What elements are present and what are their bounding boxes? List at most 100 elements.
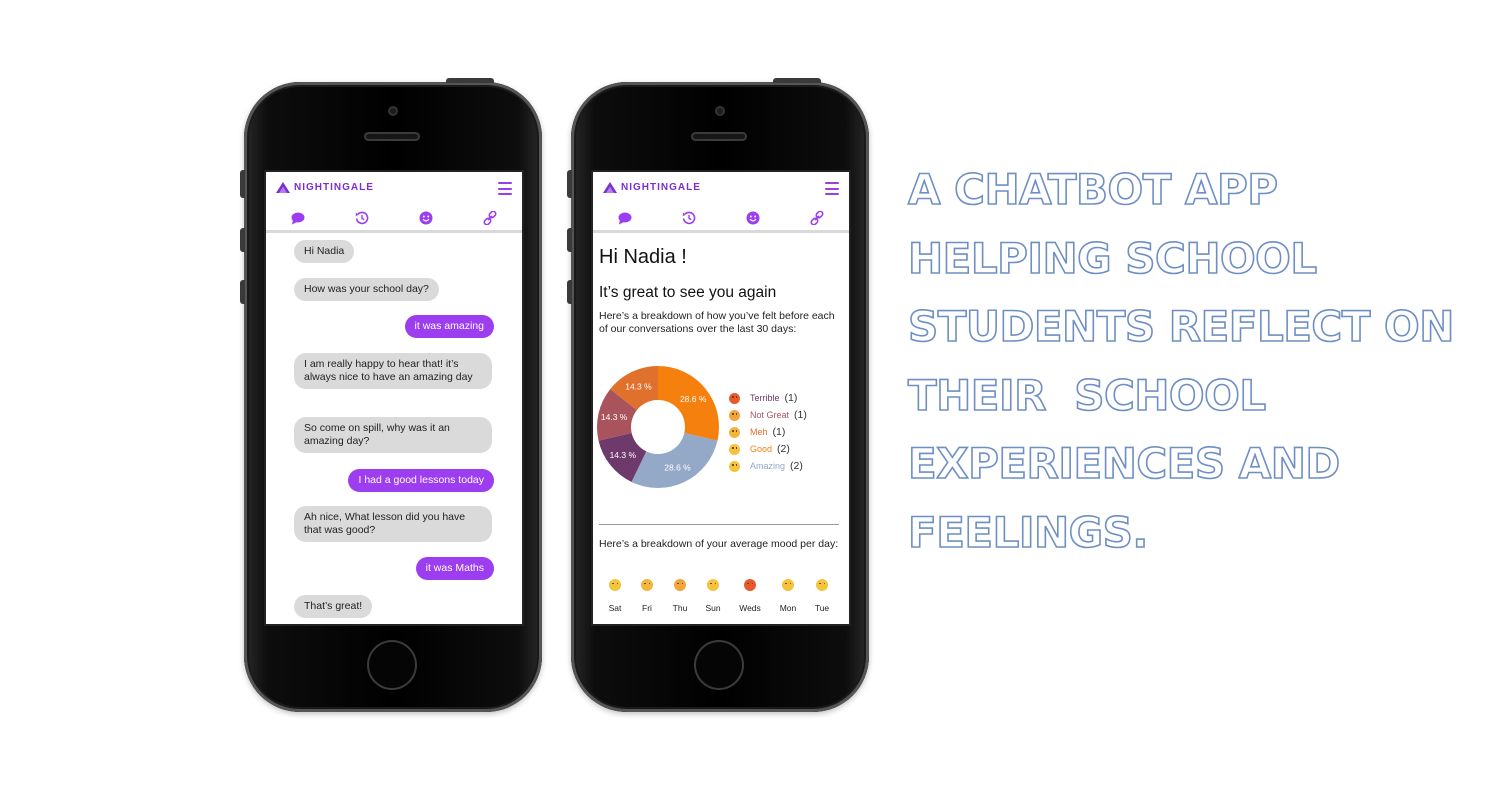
earpiece-speaker [691, 132, 747, 141]
volume-down-button [567, 280, 572, 304]
day-mood-thu: Thu [665, 579, 695, 613]
day-label: Weds [739, 603, 761, 613]
legend-label: Not Great [750, 410, 790, 420]
dashboard-screen: NIGHTINGALE Hi Nadia ! It’s great to see… [591, 170, 851, 626]
mood-emoji-icon [729, 409, 740, 421]
legend-label: Meh [750, 427, 768, 437]
breakdown-text: Here’s a breakdown of how you’ve felt be… [599, 310, 835, 335]
legend-item-terrible: Terrible (1) [729, 392, 797, 404]
legend-item-not-great: Not Great (1) [729, 409, 807, 421]
legend-item-meh: Meh (1) [729, 426, 785, 438]
chat-thread: Hi Nadia How was your school day? it was… [266, 234, 522, 624]
headline-line: EXPERIENCES AND [907, 438, 1341, 489]
legend-label: Terrible [750, 393, 780, 403]
section-divider [599, 524, 839, 525]
tab-mood[interactable] [411, 208, 441, 228]
legend-count: (1) [784, 392, 798, 404]
history-icon [355, 211, 369, 225]
chat-message: it was Maths [415, 557, 494, 580]
chat-message: Ah nice, What lesson did you have that w… [294, 506, 492, 542]
day-label: Mon [779, 603, 797, 613]
mood-emoji-icon [729, 392, 740, 404]
tab-links[interactable] [475, 208, 505, 228]
tab-history[interactable] [674, 208, 704, 228]
slice-percent-label: 28.6 % [680, 394, 707, 404]
history-icon [682, 211, 696, 225]
app-header: NIGHTINGALE [593, 172, 849, 202]
tab-chat[interactable] [283, 208, 313, 228]
greeting-title: Hi Nadia ! [599, 246, 687, 268]
front-camera [715, 106, 725, 116]
brand-logo[interactable]: NIGHTINGALE [276, 182, 374, 193]
hamburger-menu-icon[interactable] [498, 182, 512, 195]
chat-message: I had a good lessons today [348, 469, 494, 492]
app-header: NIGHTINGALE [266, 172, 522, 202]
hamburger-menu-icon[interactable] [825, 182, 839, 195]
mute-switch [240, 170, 245, 198]
link-icon [810, 211, 824, 225]
headline-line: HELPING SCHOOL [907, 233, 1318, 284]
mood-emoji-icon [641, 579, 653, 591]
mood-emoji-icon [816, 579, 828, 591]
slice-percent-label: 28.6 % [664, 463, 691, 473]
day-label: Sun [705, 603, 721, 613]
tab-chat[interactable] [610, 208, 640, 228]
day-mood-mon: Mon [773, 579, 803, 613]
mood-emoji-icon [744, 579, 756, 591]
headline-line: A CHATBOT APP [907, 164, 1279, 215]
mood-emoji-icon [729, 460, 740, 472]
tab-links[interactable] [802, 208, 832, 228]
legend-count: (2) [790, 460, 803, 472]
home-button[interactable] [367, 640, 417, 690]
phone-chat: NIGHTINGALE Hi Nadia How was your school… [240, 78, 542, 712]
welcome-subtitle: It’s great to see you again [599, 284, 777, 301]
smiley-icon [746, 211, 760, 225]
mood-emoji-icon [729, 426, 740, 438]
chat-screen: NIGHTINGALE Hi Nadia How was your school… [264, 170, 524, 626]
brand-name: NIGHTINGALE [294, 182, 374, 193]
legend-count: (1) [772, 426, 786, 438]
legend-item-amazing: Amazing (2) [729, 460, 803, 472]
tab-history[interactable] [347, 208, 377, 228]
day-mood-sun: Sun [698, 579, 728, 613]
slice-percent-label: 14.3 % [625, 381, 652, 391]
headline: A CHATBOT APP HELPING SCHOOL STUDENTS RE… [907, 156, 1498, 567]
legend-count: (1) [794, 409, 807, 421]
smiley-icon [419, 211, 433, 225]
power-button [773, 78, 821, 83]
earpiece-speaker [364, 132, 420, 141]
home-button[interactable] [694, 640, 744, 690]
legend-label: Amazing [750, 461, 786, 471]
front-camera [388, 106, 398, 116]
nightingale-logo-icon [603, 182, 617, 193]
nav-tabs [593, 208, 849, 233]
brand-name: NIGHTINGALE [621, 182, 701, 193]
nightingale-logo-icon [276, 182, 290, 193]
nav-tabs [266, 208, 522, 233]
link-icon [483, 211, 497, 225]
slice-percent-label: 14.3 % [610, 450, 637, 460]
mood-emoji-icon [782, 579, 794, 591]
mute-switch [567, 170, 572, 198]
day-mood-fri: Fri [632, 579, 662, 613]
headline-line: FEELINGS. [907, 507, 1149, 558]
volume-up-button [240, 228, 245, 252]
mood-emoji-icon [729, 443, 740, 455]
day-label: Fri [642, 603, 652, 613]
chat-bubble-icon [618, 212, 632, 224]
chat-message: Hi Nadia [294, 240, 355, 263]
phone-dashboard: NIGHTINGALE Hi Nadia ! It’s great to see… [567, 78, 869, 712]
chat-message: That’s great! [294, 595, 373, 618]
legend-item-good: Good (2) [729, 443, 790, 455]
daily-mood-text: Here’s a breakdown of your average mood … [599, 538, 839, 550]
slice-percent-label: 14.3 % [601, 412, 628, 422]
brand-logo[interactable]: NIGHTINGALE [603, 182, 701, 193]
day-label: Sat [608, 603, 622, 613]
tab-mood[interactable] [738, 208, 768, 228]
mood-donut-chart: 28.6 % 28.6 % 14.3 % 14.3 % 14.3 % [597, 366, 719, 488]
donut-slice-amazing[interactable] [631, 433, 718, 488]
volume-up-button [567, 228, 572, 252]
mood-emoji-icon [674, 579, 686, 591]
day-mood-weds: Weds [735, 579, 765, 613]
legend-label: Good [750, 444, 773, 454]
